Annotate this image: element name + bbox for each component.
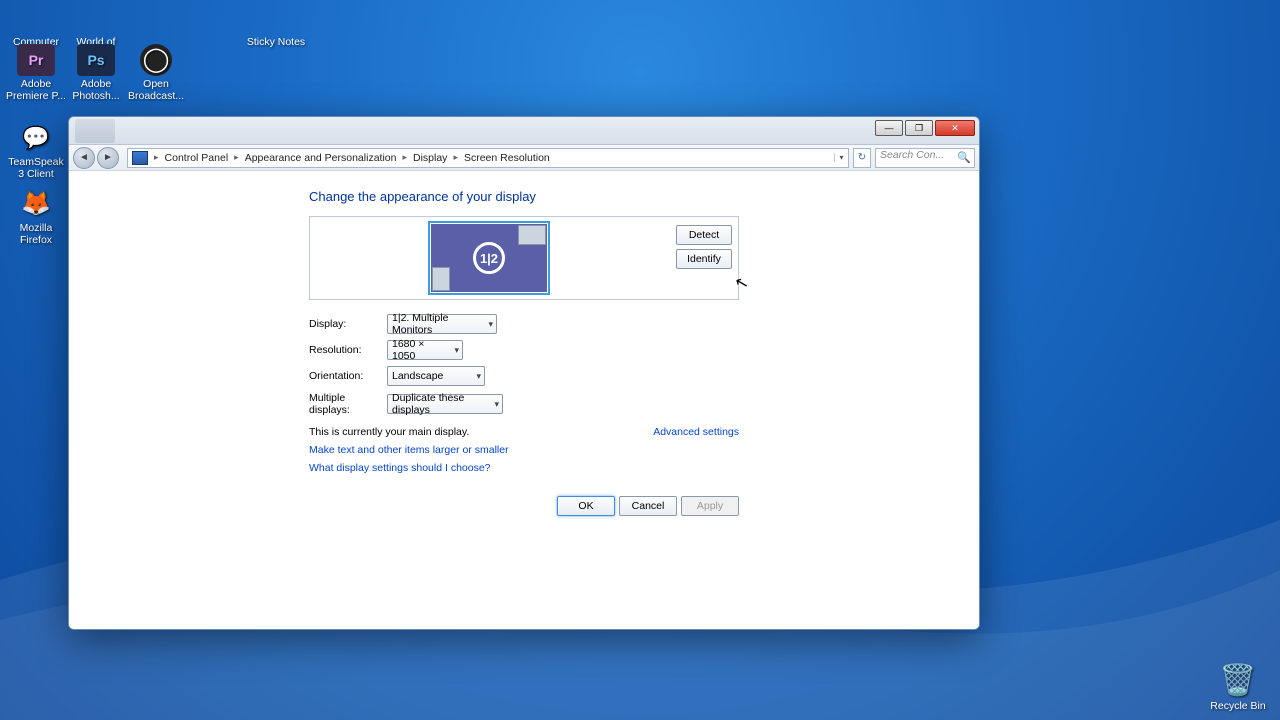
recycle-bin[interactable]: 🗑️ Recycle Bin	[1208, 663, 1268, 712]
text-size-link[interactable]: Make text and other items larger or smal…	[309, 444, 749, 456]
crumb-screen-resolution[interactable]: Screen Resolution	[460, 152, 554, 164]
multiple-displays-dropdown[interactable]: Duplicate these displays	[387, 394, 503, 414]
apply-button: Apply	[681, 496, 739, 516]
search-icon: 🔍	[957, 151, 971, 164]
display-preview: 1|2 Detect Identify	[309, 216, 739, 300]
titlebar[interactable]: — ❐ ✕	[69, 117, 979, 145]
identify-button[interactable]: Identify	[676, 249, 732, 269]
crumb-appearance[interactable]: Appearance and Personalization	[241, 152, 401, 164]
main-display-text: This is currently your main display.	[309, 426, 469, 438]
desktop-icon-firefox[interactable]: 🦊Mozilla Firefox	[6, 188, 66, 246]
control-panel-window: — ❐ ✕ ◄ ► ▸ Control Panel ▸ Appearance a…	[68, 116, 980, 630]
display-dropdown[interactable]: 1|2. Multiple Monitors	[387, 314, 497, 334]
desktop-icon-photoshop[interactable]: PsAdobe Photosh...	[66, 42, 126, 102]
detect-button[interactable]: Detect	[676, 225, 732, 245]
monitor-preview[interactable]: 1|2	[428, 221, 550, 295]
multiple-displays-label: Multiple displays:	[309, 392, 387, 416]
close-button[interactable]: ✕	[935, 120, 975, 136]
control-panel-icon	[132, 151, 148, 165]
desktop-icon-sticky-notes[interactable]: Sticky Notes	[246, 0, 306, 60]
resolution-dropdown[interactable]: 1680 × 1050	[387, 340, 463, 360]
refresh-button[interactable]: ↻	[853, 148, 871, 168]
display-label: Display:	[309, 318, 387, 330]
address-bar[interactable]: ▸ Control Panel ▸ Appearance and Persona…	[127, 148, 849, 168]
desktop-icon-premiere[interactable]: PrAdobe Premiere P...	[6, 42, 66, 102]
orientation-dropdown[interactable]: Landscape	[387, 366, 485, 386]
page-heading: Change the appearance of your display	[309, 189, 749, 204]
cancel-button[interactable]: Cancel	[619, 496, 677, 516]
desktop-icon-teamspeak[interactable]: 💬TeamSpeak 3 Client	[6, 122, 66, 180]
resolution-label: Resolution:	[309, 344, 387, 356]
maximize-button[interactable]: ❐	[905, 120, 933, 136]
nav-forward-button[interactable]: ►	[97, 147, 119, 169]
address-dropdown[interactable]: ▾	[834, 153, 848, 162]
desktop-icon-obs[interactable]: ◯Open Broadcast...	[126, 42, 186, 102]
orientation-label: Orientation:	[309, 370, 387, 382]
minimize-button[interactable]: —	[875, 120, 903, 136]
ok-button[interactable]: OK	[557, 496, 615, 516]
nav-back-button[interactable]: ◄	[73, 147, 95, 169]
content-area: Change the appearance of your display 1|…	[69, 171, 979, 629]
desktop: Computer World of Tanks Sticky Notes PrA…	[0, 0, 1280, 720]
display-help-link[interactable]: What display settings should I choose?	[309, 462, 749, 474]
search-input[interactable]: Search Con... 🔍	[875, 148, 975, 168]
monitor-number: 1|2	[473, 242, 505, 274]
advanced-settings-link[interactable]: Advanced settings	[653, 426, 739, 438]
navbar: ◄ ► ▸ Control Panel ▸ Appearance and Per…	[69, 145, 979, 171]
crumb-control-panel[interactable]: Control Panel	[161, 152, 233, 164]
crumb-display[interactable]: Display	[409, 152, 451, 164]
